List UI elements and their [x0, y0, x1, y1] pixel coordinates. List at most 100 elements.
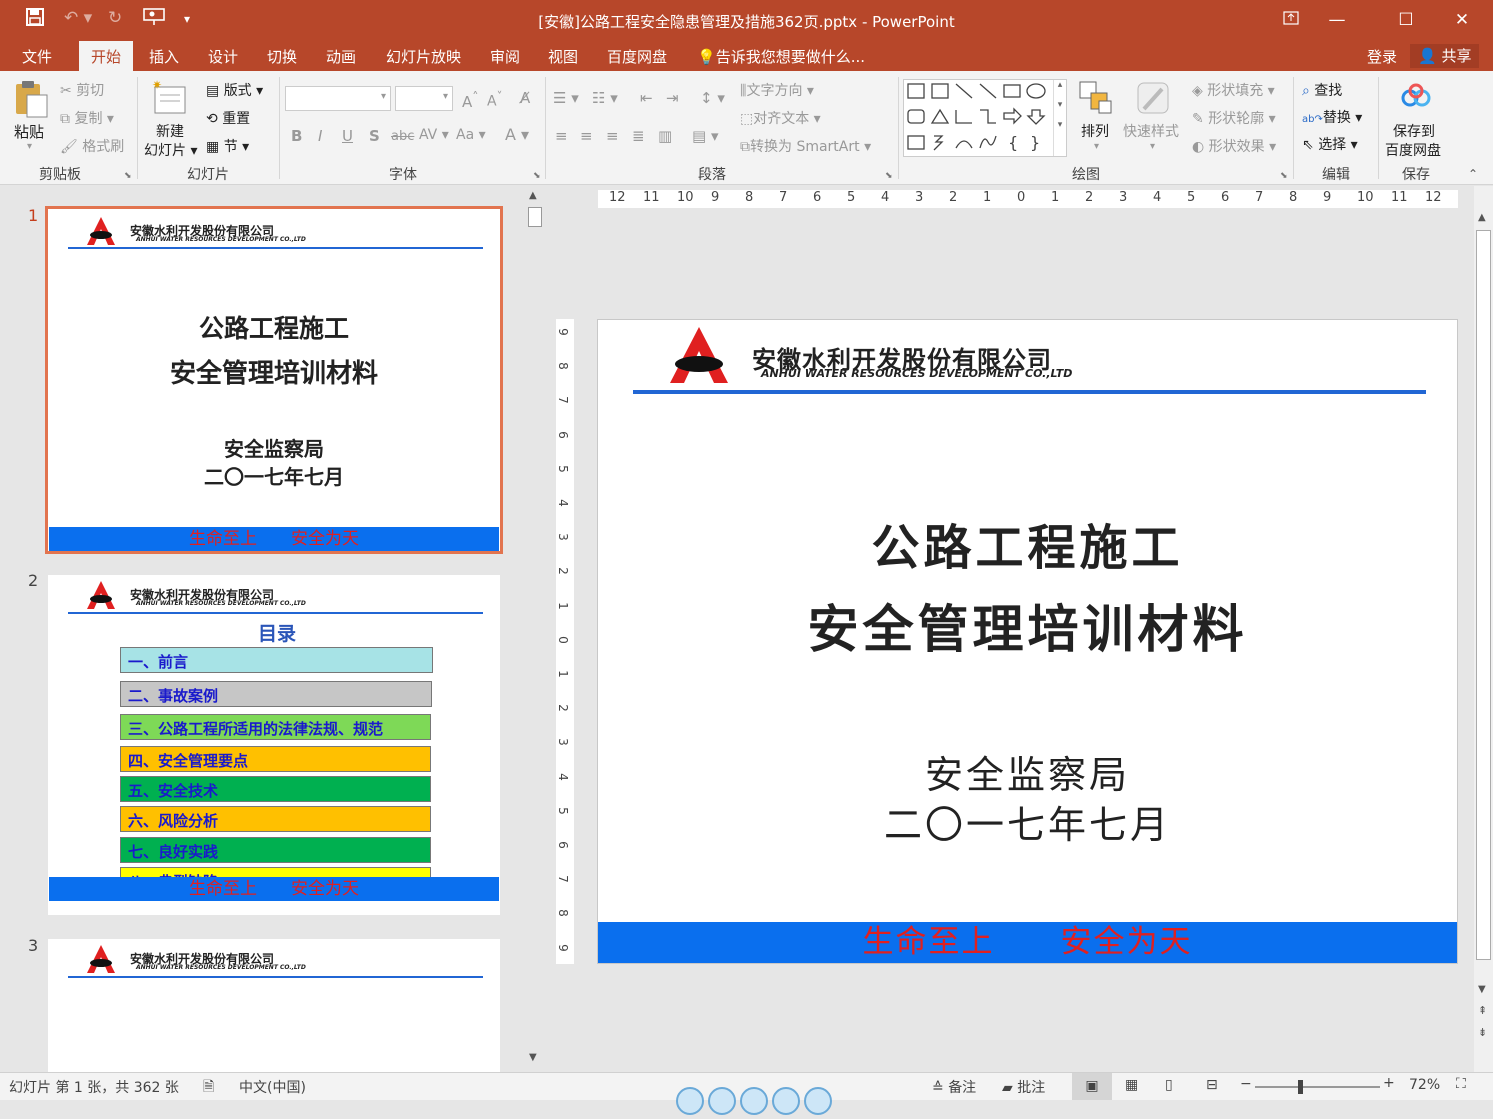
section-button[interactable]: ▦ 节 ▾	[206, 136, 249, 156]
shape-effects-button[interactable]: ◐ 形状效果 ▾	[1192, 136, 1276, 156]
spell-check-icon[interactable]: 🗎	[203, 1076, 214, 1100]
replace-button[interactable]: ab↷替换 ▾	[1302, 107, 1362, 127]
slide-subtitle-line1[interactable]: 安全监察局	[598, 744, 1457, 799]
scroll-up-icon[interactable]: ▲	[529, 190, 537, 201]
tab-home[interactable]: 开始	[79, 41, 134, 71]
normal-view-icon[interactable]: ▣	[1072, 1073, 1112, 1100]
paste-icon[interactable]	[12, 79, 50, 119]
tab-file[interactable]: 文件	[22, 46, 52, 67]
font-size-box[interactable]: ▾	[395, 86, 453, 111]
scroll-thumb[interactable]	[528, 207, 542, 227]
tab-transitions[interactable]: 切换	[267, 46, 297, 67]
comments-button[interactable]: ▰ 批注	[1002, 1077, 1045, 1097]
shadow-button[interactable]: S	[369, 127, 380, 145]
change-case-button[interactable]: Aa ▾	[456, 127, 486, 143]
quick-styles-button[interactable]: 快速样式	[1123, 121, 1179, 141]
arrange-button[interactable]: 排列	[1081, 121, 1109, 141]
baidu-cloud-icon[interactable]	[1400, 83, 1432, 113]
next-slide-icon[interactable]: ⇟	[1478, 1026, 1487, 1039]
bold-button[interactable]: B	[291, 127, 302, 145]
distributed-icon[interactable]: ▥	[658, 127, 672, 145]
editor-scrollbar[interactable]: ▲ ▼ ⇞ ⇟	[1474, 186, 1493, 1072]
decrease-indent-icon[interactable]: ⇤	[640, 89, 653, 107]
align-text-button[interactable]: ⬚对齐文本 ▾	[740, 108, 821, 128]
gallery-scroll[interactable]: ▴ ▾ ▾	[1053, 80, 1066, 156]
tab-insert[interactable]: 插入	[149, 46, 179, 67]
scroll-up-icon[interactable]: ▲	[1478, 212, 1486, 223]
previous-slide-icon[interactable]: ⇞	[1478, 1004, 1487, 1017]
ribbon-display-options-icon[interactable]	[1268, 6, 1314, 34]
clipboard-launcher-icon[interactable]: ⬊	[124, 171, 132, 181]
bullets-icon[interactable]: ☰ ▾	[553, 89, 579, 107]
scroll-down-icon[interactable]: ▼	[1478, 984, 1486, 995]
font-launcher-icon[interactable]: ⬊	[533, 171, 541, 181]
tab-view[interactable]: 视图	[548, 46, 578, 67]
select-button[interactable]: ⇖ 选择 ▾	[1302, 134, 1358, 154]
reset-button[interactable]: ⟲ 重置	[206, 108, 250, 128]
new-slide-button[interactable]: 新建	[156, 121, 184, 141]
paragraph-launcher-icon[interactable]: ⬊	[885, 171, 893, 181]
minimize-icon[interactable]: —	[1314, 6, 1360, 34]
quick-styles-icon[interactable]	[1134, 79, 1174, 119]
thumbnail-scrollbar[interactable]: ▲ ▼	[526, 190, 543, 1070]
line-spacing-icon[interactable]: ↕ ▾	[700, 89, 725, 107]
slide-canvas[interactable]: 安徽水利开发股份有限公司 ANHUI WATER RESOURCES DEVEL…	[597, 319, 1458, 964]
new-slide-icon[interactable]: ✷	[150, 78, 190, 119]
shape-outline-button[interactable]: ✎ 形状轮廓 ▾	[1192, 108, 1276, 128]
justify-icon[interactable]: ≣	[632, 127, 645, 145]
drawing-launcher-icon[interactable]: ⬊	[1280, 171, 1288, 181]
align-center-icon[interactable]: ≡	[580, 127, 593, 145]
copy-button[interactable]: ⧉ 复制 ▾	[60, 108, 114, 128]
shapes-gallery[interactable]: {} ▴ ▾ ▾	[903, 79, 1067, 157]
new-slide-dropdown[interactable]: 幻灯片 ▾	[144, 140, 197, 160]
slide-thumbnail-2[interactable]: 安徽水利开发股份有限公司 ANHUI WATER RESOURCES DEVEL…	[48, 575, 500, 915]
columns-icon[interactable]: ▤ ▾	[692, 127, 718, 145]
paste-dropdown-icon[interactable]: ▾	[27, 141, 32, 152]
grow-font-icon[interactable]: A˄	[462, 89, 479, 111]
tab-baidu[interactable]: 百度网盘	[607, 46, 667, 67]
character-spacing-button[interactable]: AV ▾	[419, 127, 449, 143]
notes-button[interactable]: ≙ 备注	[932, 1077, 976, 1097]
tab-animations[interactable]: 动画	[326, 46, 356, 67]
collapse-ribbon-icon[interactable]: ⌃	[1468, 167, 1478, 181]
slide-thumbnail-3[interactable]: 安徽水利开发股份有限公司 ANHUI WATER RESOURCES DEVEL…	[48, 939, 500, 1072]
font-color-button[interactable]: A ▾	[505, 125, 529, 144]
numbering-icon[interactable]: ☷ ▾	[592, 89, 618, 107]
shape-fill-button[interactable]: ◈ 形状填充 ▾	[1192, 80, 1275, 100]
login-link[interactable]: 登录	[1367, 46, 1397, 67]
zoom-slider[interactable]	[1255, 1080, 1380, 1094]
slideshow-view-icon[interactable]: ⊟	[1206, 1077, 1218, 1093]
shrink-font-icon[interactable]: A˅	[487, 89, 502, 110]
find-button[interactable]: ⌕ 查找	[1302, 80, 1342, 100]
slide-sorter-icon[interactable]: ▦	[1125, 1077, 1138, 1093]
slide-title-line1[interactable]: 公路工程施工	[598, 508, 1457, 578]
quick-styles-dropdown-icon[interactable]: ▾	[1150, 141, 1155, 152]
italic-button[interactable]: I	[318, 127, 322, 145]
share-button[interactable]: 👤 共享	[1410, 44, 1480, 68]
cut-button[interactable]: ✂ 剪切	[60, 80, 104, 100]
font-name-box[interactable]: ▾	[285, 86, 391, 111]
arrange-icon[interactable]	[1077, 79, 1115, 119]
increase-indent-icon[interactable]: ⇥	[666, 89, 679, 107]
tab-review[interactable]: 审阅	[490, 46, 520, 67]
tab-slideshow[interactable]: 幻灯片放映	[386, 46, 461, 67]
zoom-in-button[interactable]: +	[1383, 1075, 1395, 1091]
tell-me-box[interactable]: 💡告诉我您想要做什么...	[697, 46, 865, 67]
zoom-level[interactable]: 72%	[1409, 1077, 1440, 1093]
arrange-dropdown-icon[interactable]: ▾	[1094, 141, 1099, 152]
text-direction-button[interactable]: ⫼文字方向 ▾	[740, 80, 814, 100]
reading-view-icon[interactable]: ▯	[1165, 1077, 1173, 1093]
scroll-thumb[interactable]	[1476, 230, 1491, 960]
paste-button[interactable]: 粘贴	[14, 121, 44, 142]
close-icon[interactable]: ✕	[1439, 6, 1485, 34]
slide-thumbnail-1[interactable]: 安徽水利开发股份有限公司 ANHUI WATER RESOURCES DEVEL…	[45, 206, 503, 554]
layout-button[interactable]: ▤ 版式 ▾	[206, 80, 263, 100]
align-right-icon[interactable]: ≡	[606, 127, 619, 145]
strikethrough-button[interactable]: abc	[391, 129, 414, 144]
language-indicator[interactable]: 中文(中国)	[239, 1077, 306, 1097]
convert-smartart-button[interactable]: ⧉转换为 SmartArt ▾	[740, 136, 871, 156]
maximize-icon[interactable]: ☐	[1383, 6, 1429, 34]
save-to-baidu-button[interactable]: 保存到	[1393, 121, 1435, 141]
fit-to-window-icon[interactable]: ⛶	[1456, 1076, 1466, 1092]
footer-banner[interactable]: 生命至上 安全为天	[598, 922, 1457, 963]
